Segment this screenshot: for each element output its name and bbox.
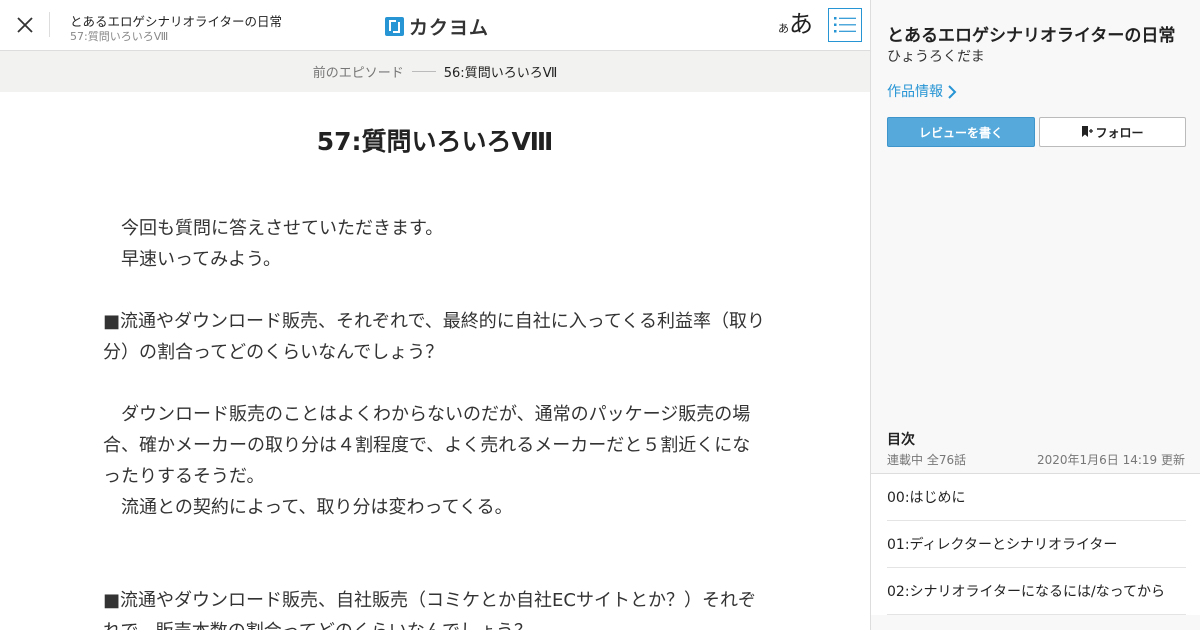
- font-small-glyph: あ: [778, 22, 789, 35]
- close-button[interactable]: [12, 12, 38, 38]
- kakuyomu-logo[interactable]: カクヨム: [385, 13, 489, 40]
- paragraph: [103, 554, 768, 585]
- logo-mark-icon: [385, 17, 404, 36]
- toc-item[interactable]: 00:はじめに: [887, 474, 1186, 521]
- top-bar: とあるエロゲシナリオライターの日常 57:質問いろいろⅧ カクヨム あ あ: [0, 0, 870, 51]
- write-review-button[interactable]: レビューを書く: [887, 117, 1035, 147]
- paragraph: ■流通やダウンロード販売、自社販売（コミケとか自社ECサイトとか？）それぞれで、…: [103, 590, 756, 630]
- episode-subtitle: 57:質問いろいろⅧ: [70, 30, 169, 43]
- close-icon: [17, 17, 33, 33]
- paragraph: [103, 523, 768, 554]
- author-name[interactable]: ひょうろくだま: [887, 46, 985, 66]
- toc-toggle-button[interactable]: [828, 8, 862, 42]
- follow-label: フォロー: [1095, 125, 1144, 140]
- toc-heading: 目次: [887, 432, 915, 448]
- divider: [49, 12, 50, 37]
- work-info-link[interactable]: 作品情報: [887, 81, 957, 101]
- sidebar-work-title[interactable]: とあるエロゲシナリオライターの日常: [887, 21, 1175, 46]
- paragraph: 早速いってみよう。: [103, 249, 282, 270]
- toc-list: 00:はじめに 01:ディレクターとシナリオライター 02:シナリオライターにな…: [871, 473, 1200, 615]
- prev-episode-link[interactable]: 前のエピソード: [313, 62, 404, 81]
- paragraph: 流通との契約によって、取り分は変わってくる。: [103, 497, 513, 518]
- bookmark-plus-icon: [1082, 126, 1094, 137]
- toc-item[interactable]: 01:ディレクターとシナリオライター: [887, 521, 1186, 568]
- chevron-right-icon: [948, 84, 957, 99]
- paragraph: 今回も質問に答えさせていただきます。: [103, 218, 444, 239]
- serial-status: 連載中 全76話: [887, 453, 967, 467]
- toc-item[interactable]: 02:シナリオライターになるには/なってから: [887, 568, 1186, 615]
- font-size-button[interactable]: あ あ: [778, 8, 813, 40]
- episode-title: 57:質問いろいろⅧ: [316, 127, 554, 156]
- last-updated: 2020年1月6日 14:19 更新: [1036, 453, 1185, 467]
- logo-text: カクヨム: [409, 17, 490, 39]
- episode-body: 今回も質問に答えさせていただきます。 早速いってみよう。 ■流通やダウンロード販…: [103, 213, 768, 630]
- list-icon: [834, 17, 856, 33]
- font-large-glyph: あ: [789, 10, 813, 38]
- work-sidebar: とあるエロゲシナリオライターの日常 ひょうろくだま 作品情報 レビューを書く フ…: [870, 0, 1200, 630]
- reading-pane: とあるエロゲシナリオライターの日常 57:質問いろいろⅧ カクヨム あ あ 前の…: [0, 0, 870, 630]
- adjacent-episode-link[interactable]: 56:質問いろいろⅦ: [444, 62, 557, 81]
- follow-button[interactable]: フォロー: [1039, 117, 1186, 147]
- paragraph: [103, 275, 768, 306]
- episode-nav: 前のエピソード 56:質問いろいろⅦ: [0, 51, 870, 92]
- paragraph: [103, 368, 768, 399]
- paragraph: ダウンロード販売のことはよくわからないのだが、通常のパッケージ販売の場合、確かメ…: [103, 404, 751, 487]
- reader-page: とあるエロゲシナリオライターの日常 57:質問いろいろⅧ カクヨム あ あ 前の…: [0, 0, 1200, 630]
- nav-divider-line: [411, 71, 436, 72]
- paragraph: ■流通やダウンロード販売、それぞれで、最終的に自社に入ってくる利益率（取り分）の…: [103, 311, 765, 363]
- work-info-label: 作品情報: [887, 84, 943, 100]
